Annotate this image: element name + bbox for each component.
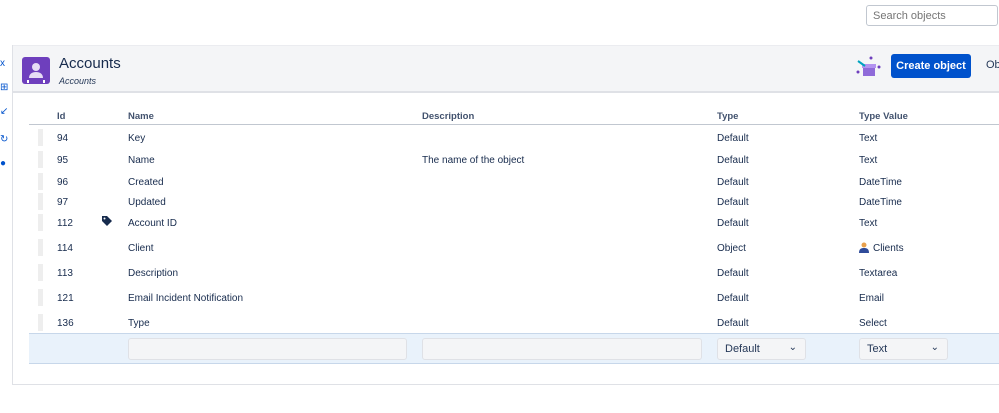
cell-type-value: Text bbox=[859, 155, 878, 166]
cell-name[interactable]: Updated bbox=[128, 197, 166, 208]
object-illustration-icon bbox=[856, 56, 881, 76]
drag-handle-icon[interactable] bbox=[38, 214, 43, 231]
table-row[interactable]: 97 Updated Default DateTime bbox=[29, 193, 999, 213]
cell-name[interactable]: Created bbox=[128, 177, 164, 188]
new-type-value-value: Text bbox=[867, 343, 888, 355]
cell-id: 121 bbox=[57, 293, 74, 304]
new-type-select[interactable]: Default ⌄ bbox=[717, 338, 806, 360]
cell-type-value: Textarea bbox=[859, 268, 898, 279]
cell-name[interactable]: Description bbox=[128, 268, 178, 279]
cell-id: 97 bbox=[57, 197, 69, 208]
collapse-icon[interactable]: x bbox=[0, 59, 5, 69]
cell-id: 112 bbox=[57, 218, 73, 229]
cell-name[interactable]: Type bbox=[128, 318, 150, 329]
cell-type-value: Text bbox=[859, 133, 878, 144]
chevron-down-icon: ⌄ bbox=[788, 342, 797, 353]
drag-handle-icon[interactable] bbox=[38, 264, 43, 281]
page-title: Accounts bbox=[59, 55, 121, 72]
cell-name[interactable]: Account ID bbox=[128, 218, 177, 229]
import-icon[interactable]: ↙ bbox=[0, 107, 8, 117]
cell-id: 96 bbox=[57, 177, 69, 188]
refresh-icon[interactable]: ↻ bbox=[0, 135, 8, 145]
cell-id: 94 bbox=[57, 133, 69, 144]
cell-type: Default bbox=[717, 293, 749, 304]
object-header: Accounts Accounts Create object Ob bbox=[13, 46, 999, 93]
person-icon bbox=[859, 242, 869, 256]
cell-description: The name of the object bbox=[422, 155, 525, 166]
new-type-value-select[interactable]: Text ⌄ bbox=[859, 338, 948, 360]
new-description-input[interactable] bbox=[422, 338, 702, 360]
table-row[interactable]: 96 Created Default DateTime bbox=[29, 173, 999, 193]
cell-type-value: Email bbox=[859, 293, 885, 304]
cell-type: Default bbox=[717, 177, 749, 188]
panel-bottom-border bbox=[13, 384, 999, 385]
cell-type: Default bbox=[717, 155, 749, 166]
column-header-type-value[interactable]: Type Value bbox=[859, 111, 908, 122]
breadcrumb[interactable]: Accounts bbox=[59, 76, 96, 86]
drag-handle-icon[interactable] bbox=[38, 193, 43, 210]
sidebar: x ⊞ ↙ ↻ ● bbox=[0, 45, 13, 385]
cell-type: Object bbox=[717, 243, 746, 254]
table-row[interactable]: 94 Key Default Text bbox=[29, 129, 999, 149]
column-header-description[interactable]: Description bbox=[422, 111, 474, 122]
cell-id: 136 bbox=[57, 318, 74, 329]
drag-handle-icon[interactable] bbox=[38, 314, 43, 331]
cell-name[interactable]: Client bbox=[128, 243, 154, 254]
column-header-id[interactable]: Id bbox=[57, 111, 65, 122]
new-name-input[interactable] bbox=[128, 338, 407, 360]
cell-type-value: DateTime bbox=[859, 197, 902, 208]
cell-type: Default bbox=[717, 318, 749, 329]
cell-id: 113 bbox=[57, 268, 73, 279]
cell-type: Default bbox=[717, 218, 749, 229]
add-icon[interactable]: ● bbox=[0, 159, 6, 169]
column-header-name[interactable]: Name bbox=[128, 111, 154, 122]
cell-id: 95 bbox=[57, 155, 69, 166]
object-tab-link[interactable]: Ob bbox=[986, 59, 999, 71]
table-row[interactable]: 112 Account ID Default Text bbox=[29, 214, 999, 234]
object-panel: Accounts Accounts Create object Ob Id Na… bbox=[13, 45, 999, 385]
drag-handle-icon[interactable] bbox=[38, 239, 43, 256]
new-type-value: Default bbox=[725, 343, 760, 355]
cell-name[interactable]: Key bbox=[128, 133, 145, 144]
cell-type: Default bbox=[717, 268, 749, 279]
cell-id: 114 bbox=[57, 243, 73, 254]
cell-name[interactable]: Name bbox=[128, 155, 155, 166]
chevron-down-icon: ⌄ bbox=[930, 342, 939, 353]
graph-icon[interactable]: ⊞ bbox=[0, 83, 8, 93]
header-divider bbox=[29, 124, 999, 125]
drag-handle-icon[interactable] bbox=[38, 151, 43, 168]
cell-name[interactable]: Email Incident Notification bbox=[128, 293, 243, 304]
search-input[interactable] bbox=[866, 5, 998, 26]
column-header-type[interactable]: Type bbox=[717, 111, 738, 122]
new-attribute-row: Default ⌄ Text ⌄ bbox=[29, 333, 999, 364]
cell-type-value: Select bbox=[859, 318, 887, 329]
drag-handle-icon[interactable] bbox=[38, 129, 43, 146]
table-row[interactable]: 114 Client Object Clients bbox=[29, 239, 999, 259]
drag-handle-icon[interactable] bbox=[38, 173, 43, 190]
cell-type-value: Text bbox=[859, 218, 878, 229]
tag-icon bbox=[101, 215, 113, 230]
table-row[interactable]: 136 Type Default Select bbox=[29, 314, 999, 334]
cell-type: Default bbox=[717, 197, 749, 208]
drag-handle-icon[interactable] bbox=[38, 289, 43, 306]
cell-type: Default bbox=[717, 133, 749, 144]
table-row[interactable]: 121 Email Incident Notification Default Ema… bbox=[29, 289, 999, 309]
cell-type-value[interactable]: Clients bbox=[873, 243, 904, 254]
create-object-button[interactable]: Create object bbox=[891, 54, 971, 78]
cell-type-value: DateTime bbox=[859, 177, 902, 188]
object-type-avatar bbox=[22, 57, 50, 84]
table-row[interactable]: 95 Name The name of the object Default Text bbox=[29, 151, 999, 171]
table-row[interactable]: 113 Description Default Textarea bbox=[29, 264, 999, 284]
